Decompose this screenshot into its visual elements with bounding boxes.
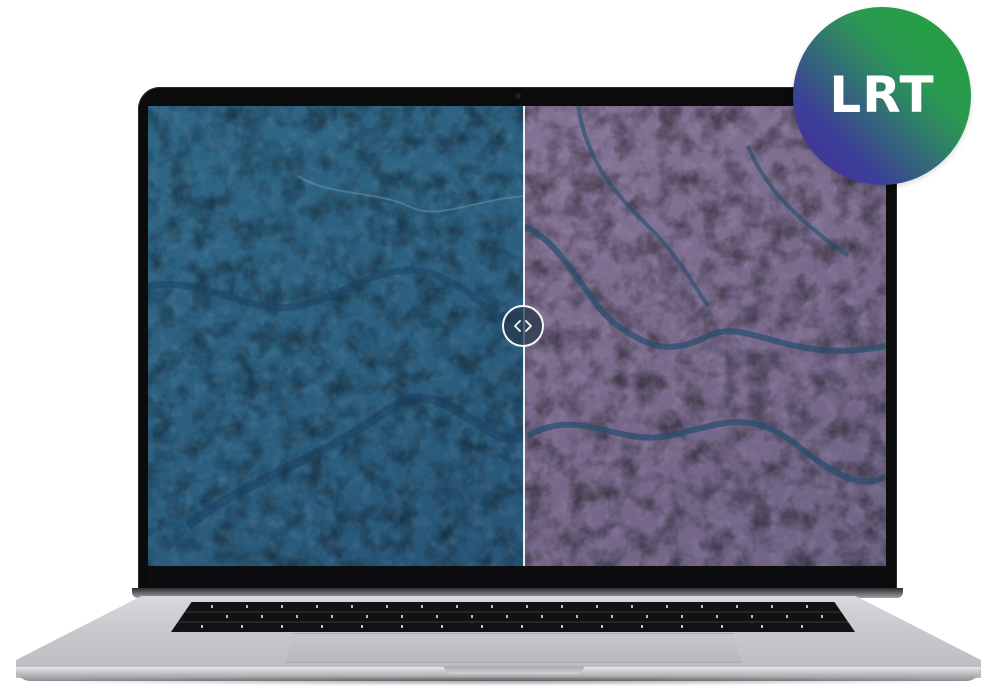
webcam xyxy=(514,93,521,99)
lrt-logo-text: LRT xyxy=(829,66,935,124)
chevron-left-right-icon xyxy=(513,319,533,333)
lrt-logo-badge: LRT xyxy=(793,7,971,185)
laptop-keyboard xyxy=(171,602,855,632)
laptop-front-notch xyxy=(444,666,584,674)
laptop-shadow xyxy=(10,676,987,686)
comparison-slider-handle[interactable] xyxy=(502,305,544,347)
promo-stage: LRT xyxy=(0,0,997,690)
laptop-trackpad xyxy=(286,633,741,663)
screen-bottom-bezel xyxy=(148,566,886,588)
